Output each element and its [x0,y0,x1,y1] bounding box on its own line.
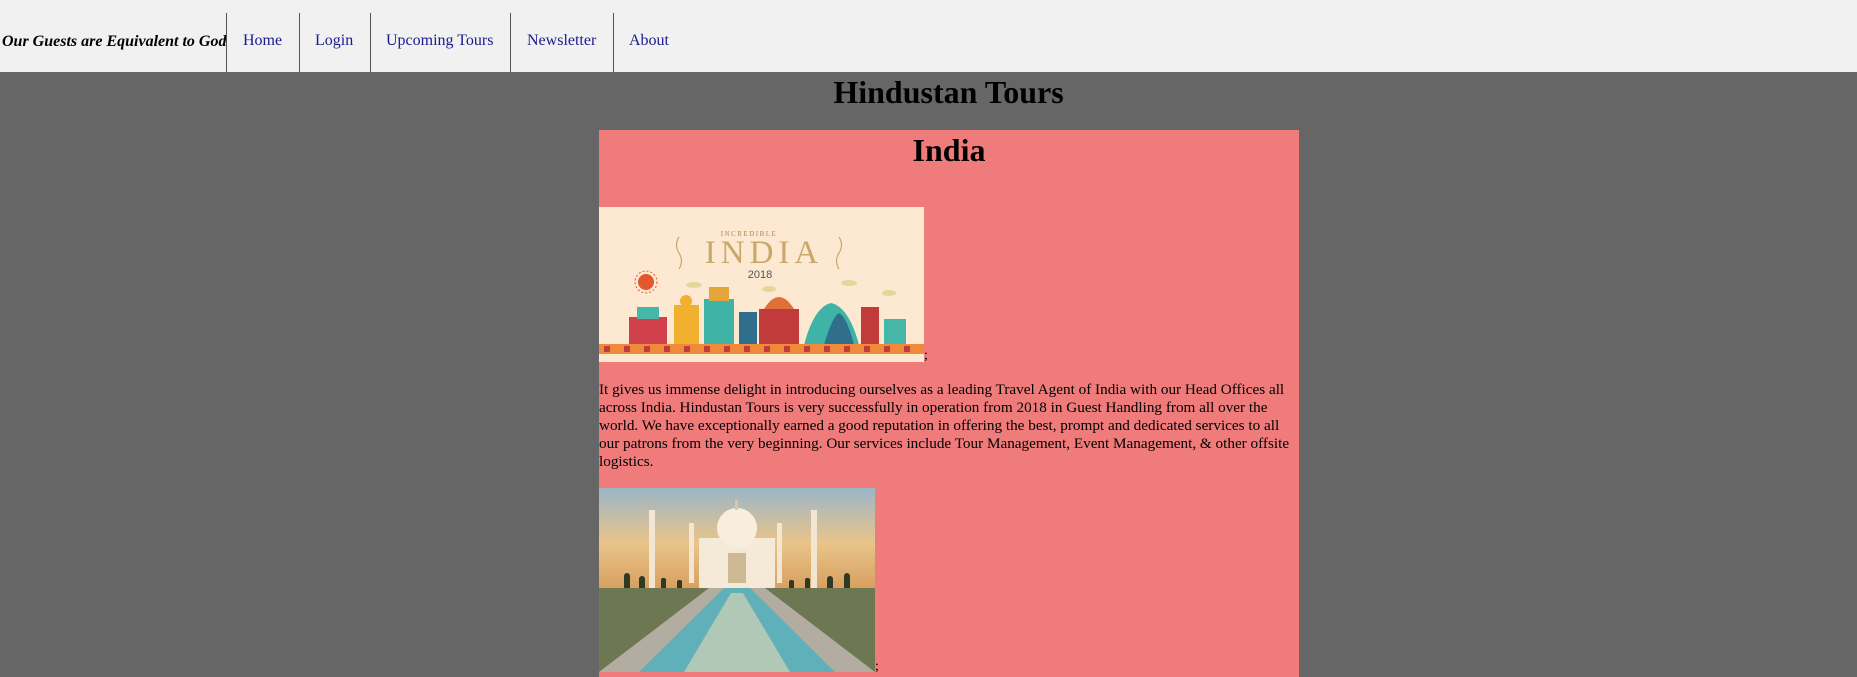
stray-semicolon: ; [875,659,879,674]
nav-login-link[interactable]: Login [315,32,353,50]
section-title: India [912,132,986,168]
india-section: India INCREDIBLE INDIA 2018 ; It gives u… [599,130,1299,677]
nav-about-link[interactable]: About [629,32,669,50]
banner-year-text: 2018 [748,269,772,281]
intro-paragraph: It gives us immense delight in introduci… [599,381,1290,470]
nav-divider [510,13,511,72]
nav-upcoming-tours-link[interactable]: Upcoming Tours [386,32,493,50]
taj-mahal-image [599,488,875,672]
nav-divider [613,13,614,72]
nav-divider [226,13,227,72]
site-tagline: Our Guests are Equivalent to God [2,33,227,50]
incredible-india-banner-image: INCREDIBLE INDIA 2018 [599,207,924,362]
nav-divider [299,13,300,72]
nav-newsletter-link[interactable]: Newsletter [527,32,596,50]
nav-home-link[interactable]: Home [243,32,282,50]
banner-title-text: INDIA [705,235,823,271]
page-title: Hindustan Tours [833,74,1064,110]
stray-semicolon: ; [924,348,928,363]
top-navigation-bar: Our Guests are Equivalent to God Home Lo… [0,0,1857,72]
nav-divider [370,13,371,72]
